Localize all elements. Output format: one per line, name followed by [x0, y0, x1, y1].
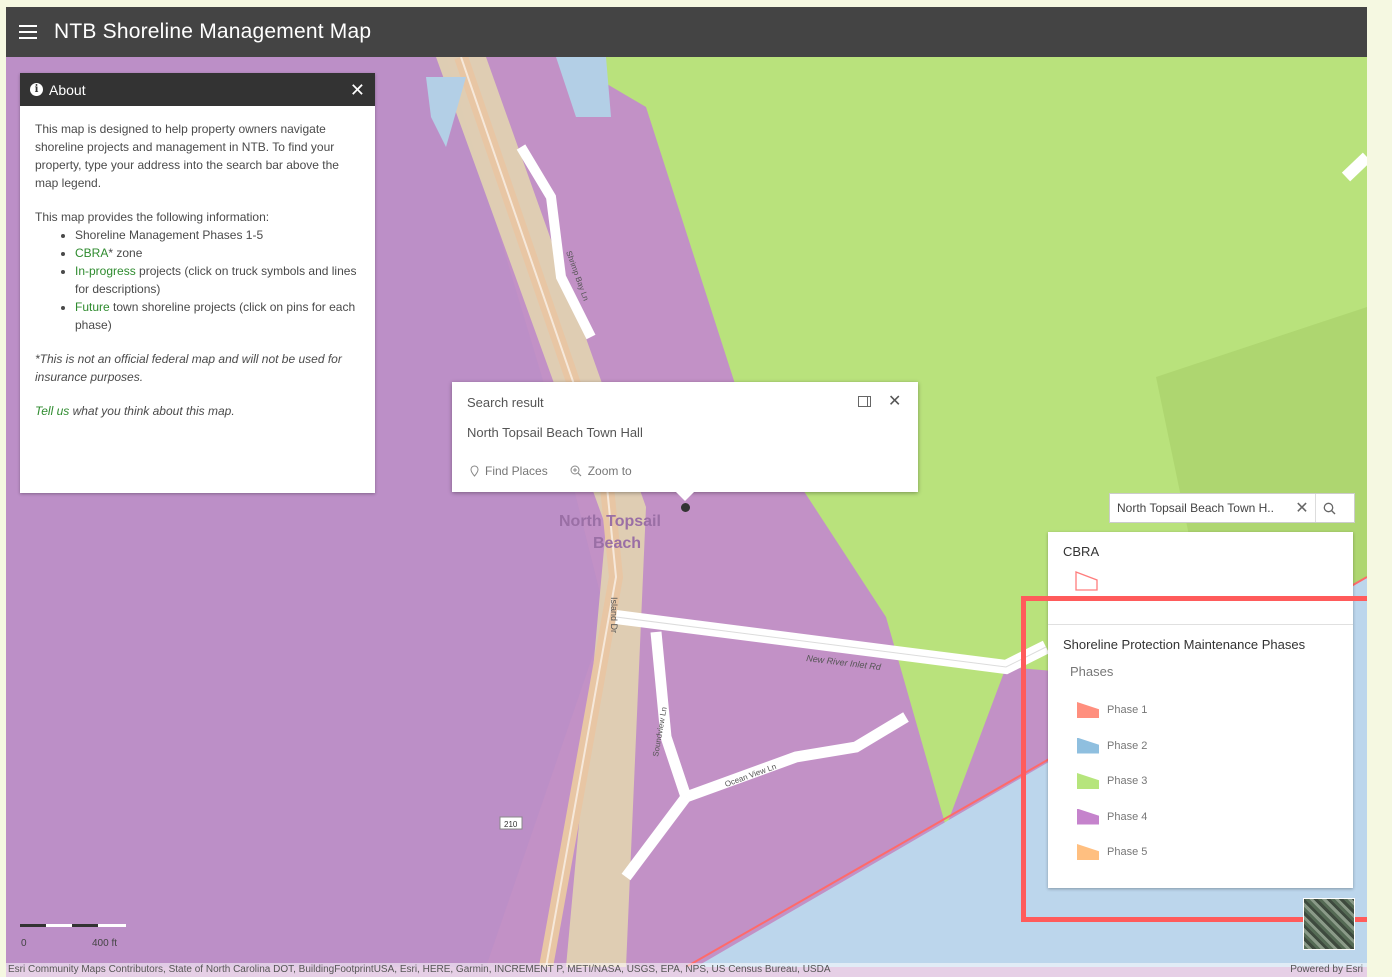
about-intro: This map is designed to help property ow…	[35, 122, 339, 190]
location-pin-icon[interactable]	[681, 503, 690, 512]
popup-result-name: North Topsail Beach Town Hall	[467, 425, 643, 440]
phase-swatch	[1077, 808, 1099, 825]
about-disclaimer: *This is not an official federal map and…	[35, 352, 342, 384]
about-list: Shoreline Management Phases 1-5 CBRA* zo…	[35, 226, 361, 334]
about-panel-header: i About ✕	[20, 73, 375, 106]
close-icon[interactable]: ✕	[350, 81, 365, 99]
route-shield-label: 210	[504, 820, 518, 829]
scale-end-label: 400 ft	[92, 938, 118, 949]
hamburger-menu-icon[interactable]	[6, 7, 50, 57]
list-item: Shoreline Management Phases 1-5	[75, 226, 361, 244]
attribution-text: Esri Community Maps Contributors, State …	[8, 964, 831, 975]
legend-phase-3: Phase 3	[1077, 773, 1147, 789]
map-app: New River Inlet Rd Island Dr Soundview L…	[6, 7, 1367, 977]
legend-cbra-title: CBRA	[1063, 544, 1100, 559]
popup-actions: Find Places Zoom to	[470, 464, 632, 478]
phase-swatch	[1077, 773, 1099, 789]
search-input[interactable]	[1110, 500, 1289, 516]
powered-by-esri[interactable]: Powered by Esri	[1290, 963, 1363, 977]
phase-label: Phase 4	[1107, 810, 1148, 823]
zoom-to-button[interactable]: Zoom to	[570, 464, 632, 478]
clear-icon[interactable]: ✕	[1289, 498, 1315, 518]
legend-phase-2: Phase 2	[1077, 737, 1148, 754]
cbra-swatch	[1075, 571, 1098, 591]
basemap-toggle[interactable]	[1303, 898, 1355, 950]
find-places-label: Find Places	[485, 464, 548, 478]
phase-swatch	[1077, 737, 1099, 754]
scale-bar	[20, 924, 126, 927]
search-widget: ✕	[1109, 493, 1355, 523]
in-progress-link[interactable]: In-progress	[75, 264, 136, 278]
list-item: Future town shoreline projects (click on…	[75, 298, 361, 334]
list-item: CBRA* zone	[75, 244, 361, 262]
find-places-button[interactable]: Find Places	[470, 464, 548, 478]
zoom-to-label: Zoom to	[587, 464, 632, 478]
search-icon[interactable]	[1315, 494, 1342, 522]
about-provides: This map provides the following informat…	[35, 210, 270, 224]
phase-label: Phase 2	[1107, 739, 1148, 752]
legend-phase-5: Phase 5	[1077, 844, 1147, 860]
phase-label: Phase 3	[1107, 775, 1148, 787]
list-item: In-progress projects (click on truck sym…	[75, 262, 361, 298]
legend-phase-4: Phase 4	[1077, 808, 1148, 825]
place-label-line2: Beach	[593, 535, 642, 552]
legend-phases-label: Phases	[1070, 664, 1114, 679]
road-label-island-dr: Island Dr	[609, 597, 619, 633]
zoom-icon	[570, 465, 582, 477]
search-result-popup: Search result ✕ North Topsail Beach Town…	[452, 382, 918, 501]
feedback-text: what you think about this map.	[69, 404, 235, 418]
map-legend: CBRA Shoreline Protection Maintenance Ph…	[1048, 532, 1353, 888]
close-icon[interactable]: ✕	[888, 391, 901, 411]
about-panel: i About ✕ This map is designed to help p…	[20, 73, 375, 493]
legend-divider	[1048, 624, 1353, 625]
phase-swatch	[1077, 844, 1099, 860]
popup-title: Search result	[467, 395, 544, 410]
dock-icon[interactable]	[858, 396, 871, 407]
scale-start-label: 0	[21, 938, 27, 949]
phase-label: Phase 1	[1107, 704, 1148, 716]
pin-icon	[470, 465, 479, 477]
future-link[interactable]: Future	[75, 300, 110, 314]
feedback-link[interactable]: Tell us	[35, 404, 69, 418]
app-header: NTB Shoreline Management Map	[6, 7, 1367, 57]
about-panel-title: About	[49, 81, 86, 98]
about-panel-body: This map is designed to help property ow…	[20, 106, 375, 420]
phase-label: Phase 5	[1107, 846, 1148, 858]
app-title: NTB Shoreline Management Map	[54, 20, 372, 43]
cbra-link[interactable]: CBRA	[75, 246, 108, 260]
phase-swatch	[1077, 702, 1099, 718]
legend-phase-1: Phase 1	[1077, 702, 1147, 718]
info-icon: i	[30, 83, 43, 96]
attribution-bar: Esri Community Maps Contributors, State …	[6, 963, 1367, 977]
place-label-line1: North Topsail	[559, 513, 661, 530]
legend-layer-title: Shoreline Protection Maintenance Phases	[1063, 637, 1306, 652]
